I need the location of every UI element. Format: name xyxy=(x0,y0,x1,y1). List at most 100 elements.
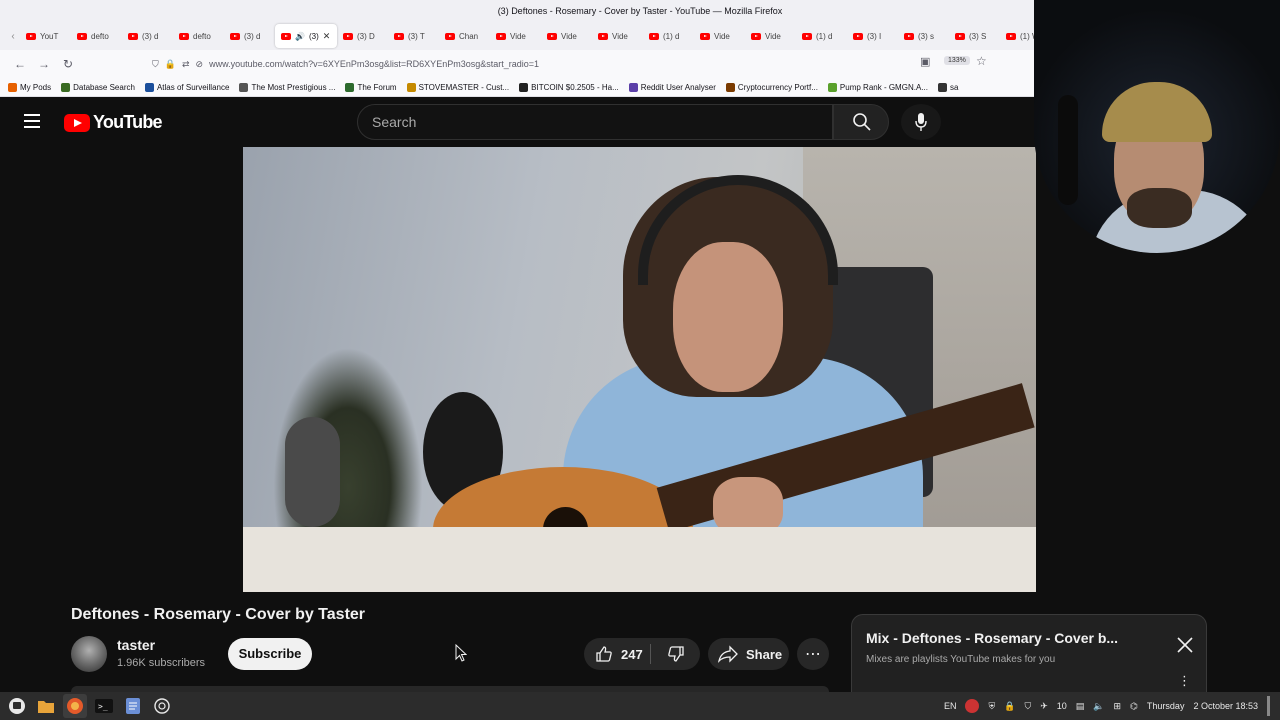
browser-tab[interactable]: defto xyxy=(173,24,224,48)
dislike-button[interactable] xyxy=(651,638,700,670)
start-menu-icon[interactable] xyxy=(5,694,29,718)
bookmark-item[interactable]: My Pods xyxy=(8,82,52,92)
browser-tab[interactable]: (3) T xyxy=(388,24,439,48)
forward-icon[interactable]: → xyxy=(32,57,56,71)
bookmark-item[interactable]: Pump Rank - GMGN.A... xyxy=(827,82,928,92)
media-blocked-icon[interactable]: ⊘ xyxy=(196,59,204,70)
keyboard-layout[interactable]: EN xyxy=(944,701,957,711)
bookmark-item[interactable]: Reddit User Analyser xyxy=(628,82,716,92)
search-button[interactable] xyxy=(833,104,889,140)
youtube-favicon-icon xyxy=(802,32,812,40)
channel-avatar[interactable] xyxy=(71,636,107,672)
bookmark-item[interactable]: sa xyxy=(937,82,958,92)
url-text[interactable]: www.youtube.com/watch?v=6XYEnPm3osg&list… xyxy=(209,59,539,69)
update-shield-icon[interactable]: ⛨ xyxy=(988,701,995,712)
clock[interactable]: 2 October 18:53 xyxy=(1193,701,1258,711)
back-icon[interactable]: ← xyxy=(8,57,32,71)
browser-tab[interactable]: (3) S xyxy=(949,24,1000,48)
bookmark-favicon-icon xyxy=(61,82,71,92)
browser-tab[interactable]: (1) d xyxy=(643,24,694,48)
bookmark-favicon-icon xyxy=(628,82,638,92)
day-of-week[interactable]: Thursday xyxy=(1147,701,1185,711)
bookmark-item[interactable]: BITCOIN $0.2505 - Ha... xyxy=(519,82,619,92)
system-tray: EN ⛨ 🔒 ⛉ ✈ 10 ▤ 🔈 ⊞ ⌬ Thursday 2 October… xyxy=(944,692,1270,720)
youtube-favicon-icon xyxy=(700,32,710,40)
browser-tab[interactable]: YouT xyxy=(20,24,71,48)
file-manager-icon[interactable] xyxy=(34,694,58,718)
permissions-icon[interactable]: ⇄ xyxy=(182,59,190,70)
browser-tab[interactable]: (3) D xyxy=(337,24,388,48)
notification-icon[interactable]: ✈ xyxy=(1040,701,1048,712)
show-desktop-button[interactable] xyxy=(1267,696,1270,716)
bookmark-label: The Most Prestigious ... xyxy=(251,82,336,92)
bookmark-item[interactable]: Database Search xyxy=(61,82,135,92)
text-editor-icon[interactable] xyxy=(121,694,145,718)
shield-icon[interactable]: ⛉ xyxy=(152,59,159,70)
video-player[interactable] xyxy=(243,147,1036,592)
folder-icon xyxy=(38,701,54,713)
lock-icon[interactable]: 🔒 xyxy=(1004,701,1015,712)
lock-icon[interactable]: 🔒 xyxy=(165,59,176,70)
playlist-menu-icon[interactable]: ⋮ xyxy=(1178,674,1191,687)
bookmark-label: My Pods xyxy=(20,82,52,92)
bookmark-item[interactable]: Atlas of Surveillance xyxy=(144,82,229,92)
bookmark-item[interactable]: STOVEMASTER - Cust... xyxy=(406,82,509,92)
bookmark-item[interactable]: Cryptocurrency Portf... xyxy=(725,82,818,92)
browser-tab[interactable]: Vide xyxy=(745,24,796,48)
browser-tab[interactable]: Vide xyxy=(592,24,643,48)
terminal-icon[interactable]: >_ xyxy=(92,694,116,718)
browser-tab[interactable]: Vide xyxy=(541,24,592,48)
speaker-icon[interactable]: 🔊 xyxy=(295,32,305,41)
browser-tab[interactable]: (1) d xyxy=(796,24,847,48)
usb-icon[interactable]: ⌬ xyxy=(1130,701,1138,712)
camera-app-icon[interactable] xyxy=(150,694,174,718)
browser-tab[interactable]: (3) d xyxy=(122,24,173,48)
browser-tab[interactable]: Chan xyxy=(439,24,490,48)
mix-title[interactable]: Mix - Deftones - Rosemary - Cover b... xyxy=(866,630,1166,646)
url-bar[interactable]: ⛉ 🔒 ⇄ ⊘ www.youtube.com/watch?v=6XYEnPm3… xyxy=(152,54,996,74)
tab-label: defto xyxy=(91,31,109,41)
youtube-favicon-icon xyxy=(955,32,965,40)
bookmark-item[interactable]: The Most Prestigious ... xyxy=(239,82,336,92)
browser-tab[interactable]: Vide xyxy=(694,24,745,48)
bookmark-star-icon[interactable]: ☆ xyxy=(976,54,987,68)
firefox-icon[interactable] xyxy=(63,694,87,718)
tab-label: Vide xyxy=(765,31,781,41)
hamburger-menu-icon[interactable] xyxy=(24,114,40,128)
network-icon[interactable]: ⊞ xyxy=(1114,701,1122,712)
search-input[interactable]: Search xyxy=(357,104,833,140)
like-button[interactable]: 247 xyxy=(584,638,650,670)
bookmark-item[interactable]: The Forum xyxy=(345,82,397,92)
browser-tab[interactable]: Vide xyxy=(490,24,541,48)
browser-tab[interactable]: (3) I xyxy=(847,24,898,48)
reload-icon[interactable]: ↻ xyxy=(56,57,80,71)
voice-search-button[interactable] xyxy=(901,104,941,140)
tab-close-icon[interactable]: ✕ xyxy=(323,31,331,42)
zoom-level[interactable]: 133% xyxy=(944,56,970,65)
youtube-logo[interactable]: YouTube xyxy=(64,112,163,133)
close-icon[interactable] xyxy=(1176,636,1194,654)
tab-label: (3) S xyxy=(969,31,987,41)
browser-tab-active[interactable]: 🔊 (3) ✕ xyxy=(275,24,337,48)
volume-icon[interactable]: 🔈 xyxy=(1093,701,1104,712)
subscribe-button[interactable]: Subscribe xyxy=(228,638,312,670)
tab-label: Vide xyxy=(510,31,526,41)
tab-label: defto xyxy=(193,31,211,41)
share-button[interactable]: Share xyxy=(708,638,789,670)
bookmark-label: Database Search xyxy=(73,82,135,92)
security-shield-icon[interactable]: ⛉ xyxy=(1024,701,1031,712)
reader-view-icon[interactable]: ▣ xyxy=(920,55,930,68)
browser-tab[interactable]: (3) s xyxy=(898,24,949,48)
browser-tab[interactable]: (3) d xyxy=(224,24,275,48)
channel-name[interactable]: taster xyxy=(117,637,155,653)
search-icon xyxy=(853,113,871,131)
like-dislike-group: 247 xyxy=(584,638,700,670)
more-actions-icon[interactable]: ⋯ xyxy=(797,638,829,670)
clipboard-icon[interactable]: ▤ xyxy=(1076,701,1085,712)
tab-label: (1) d xyxy=(816,31,833,41)
tab-scroll-left-icon[interactable]: ‹ xyxy=(6,31,20,42)
vpn-icon[interactable] xyxy=(965,699,980,713)
browser-tab[interactable]: defto xyxy=(71,24,122,48)
mix-subtitle: Mixes are playlists YouTube makes for yo… xyxy=(866,654,1056,665)
thumbs-down-icon xyxy=(667,646,684,662)
